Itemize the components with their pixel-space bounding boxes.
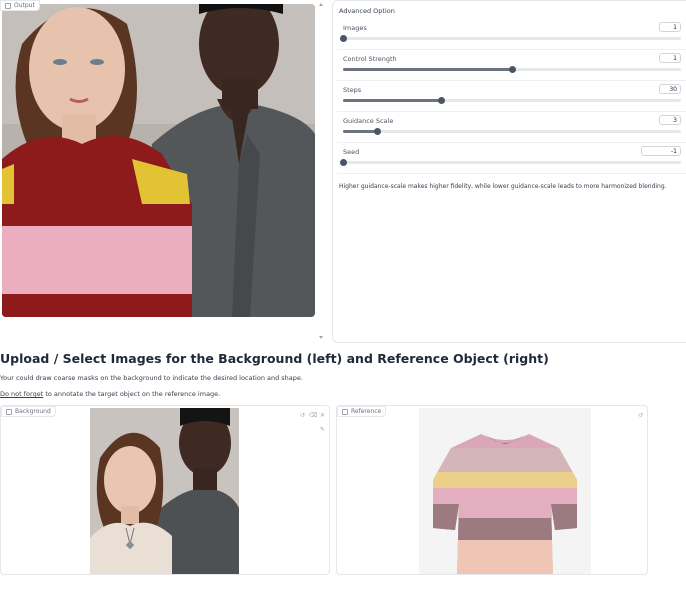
images-slider-group: Images 1 — [339, 22, 683, 48]
seed-number-input[interactable]: -1 — [641, 146, 681, 156]
image-icon — [6, 408, 12, 415]
background-image[interactable] — [90, 408, 239, 574]
instruction-text-2: Do not forget to annotate the target obj… — [0, 390, 220, 398]
image-icon — [5, 2, 11, 9]
advanced-options-panel: Advanced Option Images 1 Control Strengt… — [332, 0, 686, 343]
divider — [337, 173, 686, 174]
output-photo — [2, 4, 315, 317]
control-strength-slider-group: Control Strength 1 — [339, 53, 683, 79]
divider — [337, 142, 686, 143]
background-photo — [90, 408, 239, 574]
brush-icon[interactable]: ✎ — [319, 426, 326, 433]
advanced-options-title: Advanced Option — [339, 7, 395, 15]
steps-slider-track[interactable] — [343, 97, 681, 104]
steps-label: Steps — [343, 86, 362, 94]
steps-number-input[interactable]: 30 — [659, 84, 681, 94]
undo-icon[interactable]: ↺ — [299, 412, 306, 419]
guidance-scale-slider-track[interactable] — [343, 128, 681, 135]
undo-icon[interactable]: ↺ — [637, 412, 644, 419]
steps-slider-thumb[interactable] — [438, 97, 446, 104]
divider — [337, 80, 686, 81]
control-strength-slider-track[interactable] — [343, 66, 681, 73]
control-strength-slider-thumb[interactable] — [509, 66, 516, 73]
guidance-scale-label: Guidance Scale — [343, 117, 394, 125]
control-strength-slider-fill — [343, 68, 512, 71]
control-strength-number-input[interactable]: 1 — [659, 53, 681, 63]
image-icon — [342, 408, 348, 415]
reference-label-text: Reference — [351, 408, 382, 415]
background-image-editor[interactable]: Background ↺ ⌫ ✕ ✎ — [0, 405, 330, 575]
seed-label: Seed — [343, 148, 360, 156]
guidance-scale-slider-group: Guidance Scale 3 — [339, 115, 683, 141]
divider — [337, 111, 686, 112]
instruction-emphasis: Do not forget — [0, 390, 44, 398]
images-label: Images — [343, 24, 367, 32]
output-label: Output — [0, 0, 40, 11]
background-label: Background — [1, 406, 56, 417]
images-slider-thumb[interactable] — [340, 35, 347, 42]
output-image[interactable] — [2, 4, 315, 317]
guidance-scale-number-input[interactable]: 3 — [659, 115, 681, 125]
images-slider-track[interactable] — [340, 35, 681, 42]
close-icon[interactable]: ✕ — [319, 412, 326, 419]
guidance-scale-slider-thumb[interactable] — [373, 128, 381, 135]
seed-slider-thumb[interactable] — [340, 159, 347, 166]
seed-slider-track[interactable] — [340, 159, 681, 166]
divider — [337, 49, 686, 50]
reference-sweater-photo — [419, 408, 591, 574]
control-strength-label: Control Strength — [343, 55, 397, 63]
steps-slider-fill — [343, 99, 442, 102]
output-scrollbar[interactable] — [318, 0, 324, 343]
instruction-rest: to annotate the target object on the ref… — [43, 390, 221, 398]
steps-slider-group: Steps 30 — [339, 84, 683, 110]
output-panel: Output — [0, 0, 326, 343]
clear-icon[interactable]: ⌫ — [309, 412, 317, 419]
images-number-input[interactable]: 1 — [659, 22, 681, 32]
instruction-text: Your could draw coarse masks on the back… — [0, 374, 303, 382]
background-label-text: Background — [15, 408, 51, 415]
reference-image-editor[interactable]: Reference ↺ — [336, 405, 648, 575]
section-heading: Upload / Select Images for the Backgroun… — [0, 351, 549, 366]
seed-slider-group: Seed -1 — [339, 146, 683, 172]
guidance-scale-slider-fill — [343, 130, 377, 133]
reference-label: Reference — [337, 406, 387, 417]
reference-image[interactable] — [419, 408, 591, 574]
guidance-hint-text: Higher guidance-scale makes higher fidel… — [339, 183, 667, 190]
output-label-text: Output — [14, 2, 35, 9]
